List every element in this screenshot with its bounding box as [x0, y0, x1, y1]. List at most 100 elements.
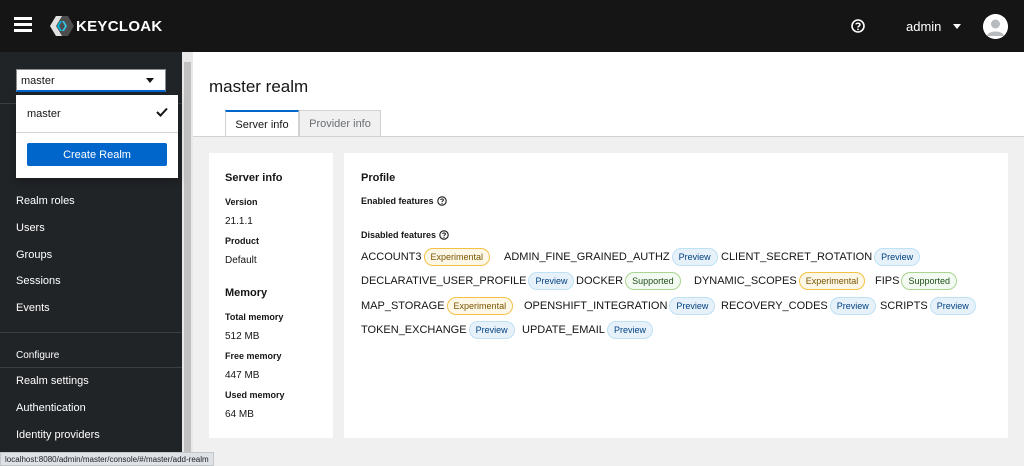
page-header: master realm Server info Provider info [193, 52, 1024, 137]
status-badge: Preview [669, 297, 716, 315]
feature-docker: DOCKER Supported [576, 272, 681, 290]
feature-admin-fine-grained-authz: ADMIN_FINE_GRAINED_AUTHZ Preview [504, 248, 718, 266]
status-badge: Experimental [798, 272, 866, 290]
enabled-features-label: Enabled features [361, 196, 447, 206]
feature-name: ACCOUNT3 [361, 251, 422, 263]
feature-name: DYNAMIC_SCOPES [694, 275, 797, 287]
avatar-icon [983, 14, 1008, 39]
hamburger-icon[interactable] [14, 17, 32, 33]
status-badge: Supported [625, 272, 681, 290]
status-badge: Preview [606, 321, 653, 339]
realm-selector[interactable]: master [16, 69, 166, 92]
feature-scripts: SCRIPTS Preview [880, 297, 976, 315]
server-info-title: Server info [225, 172, 283, 184]
menu-divider [16, 132, 178, 133]
realm-option-label: master [27, 108, 61, 120]
feature-declarative-user-profile: DECLARATIVE_USER_PROFILE Preview [361, 272, 575, 290]
sidebar-item-events[interactable]: Events [16, 302, 50, 314]
feature-openshift-integration: OPENSHIFT_INTEGRATION Preview [524, 297, 716, 315]
status-badge: Preview [671, 248, 718, 266]
memory-title: Memory [225, 287, 268, 299]
help-icon[interactable] [851, 19, 865, 33]
link-preview-statusbar: localhost:8080/admin/master/console/#/ma… [0, 452, 214, 466]
total-memory-label: Total memory [225, 312, 284, 322]
check-icon [156, 107, 168, 117]
profile-card: Profile Enabled features Disabled featur… [344, 153, 1008, 438]
used-memory-value: 64 MB [225, 409, 254, 420]
brand-logo[interactable]: KEYCLOAK [50, 14, 163, 38]
feature-name: ADMIN_FINE_GRAINED_AUTHZ [504, 251, 670, 263]
total-memory-value: 512 MB [225, 331, 260, 342]
profile-title: Profile [361, 172, 396, 184]
main-content: master realm Server info Provider info S… [193, 52, 1024, 466]
feature-name: RECOVERY_CODES [721, 300, 828, 312]
feature-token-exchange: TOKEN_EXCHANGE Preview [361, 321, 515, 339]
user-name: admin [906, 19, 942, 34]
free-memory-label: Free memory [225, 351, 282, 361]
disabled-features-label: Disabled features [361, 230, 449, 240]
status-badge: Preview [468, 321, 515, 339]
status-badge: Experimental [446, 297, 514, 315]
product-value: Default [225, 255, 257, 266]
version-label: Version [225, 197, 258, 207]
free-memory-value: 447 MB [225, 370, 260, 381]
feature-update-email: UPDATE_EMAIL Preview [522, 321, 653, 339]
status-badge: Experimental [423, 248, 491, 266]
product-label: Product [225, 236, 260, 246]
caret-down-icon [953, 24, 962, 29]
sidebar-item-sessions[interactable]: Sessions [16, 275, 61, 287]
feature-name: DECLARATIVE_USER_PROFILE [361, 275, 527, 287]
version-value: 21.1.1 [225, 216, 253, 227]
status-badge: Preview [929, 297, 976, 315]
create-realm-button[interactable]: Create Realm [27, 143, 167, 166]
status-badge: Preview [829, 297, 876, 315]
caret-down-icon [146, 78, 154, 83]
feature-name: MAP_STORAGE [361, 300, 445, 312]
sidebar-scrollbar[interactable] [182, 52, 193, 466]
disabled-features-text: Disabled features [361, 230, 437, 240]
feature-recovery-codes: RECOVERY_CODES Preview [721, 297, 876, 315]
sidebar-item-identity-providers[interactable]: Identity providers [16, 429, 100, 441]
avatar[interactable] [983, 14, 1008, 39]
realm-selector-value: master [21, 75, 55, 87]
status-badge: Preview [874, 248, 921, 266]
status-badge: Supported [901, 272, 957, 290]
sidebar-item-realm-roles[interactable]: Realm roles [16, 195, 75, 207]
feature-fips: FIPS Supported [875, 272, 957, 290]
sidebar-section-configure: Configure [16, 350, 60, 361]
help-icon[interactable] [439, 230, 449, 240]
feature-name: SCRIPTS [880, 300, 928, 312]
help-icon[interactable] [436, 196, 447, 206]
user-menu-toggle[interactable]: admin [906, 19, 962, 34]
feature-dynamic-scopes: DYNAMIC_SCOPES Experimental [694, 272, 866, 290]
enabled-features-text: Enabled features [361, 196, 434, 206]
used-memory-label: Used memory [225, 390, 285, 400]
sidebar-item-groups[interactable]: Groups [16, 249, 52, 261]
brand-name: KEYCLOAK [76, 17, 163, 35]
tab-server-info[interactable]: Server info [225, 110, 299, 137]
feature-map-storage: MAP_STORAGE Experimental [361, 297, 514, 315]
sidebar-divider [0, 367, 182, 368]
sidebar-divider [0, 332, 182, 333]
status-badge: Preview [528, 272, 575, 290]
feature-name: OPENSHIFT_INTEGRATION [524, 300, 668, 312]
realm-dropdown-menu: master Create Realm [16, 95, 178, 178]
keycloak-logo-icon [50, 16, 74, 36]
scrollbar-thumb[interactable] [184, 62, 191, 466]
feature-name: TOKEN_EXCHANGE [361, 324, 467, 336]
sidebar-item-authentication[interactable]: Authentication [16, 402, 86, 414]
feature-account3: ACCOUNT3 Experimental [361, 248, 491, 266]
sidebar-item-users[interactable]: Users [16, 222, 45, 234]
feature-name: FIPS [875, 275, 900, 287]
page-title: master realm [209, 77, 309, 96]
masthead: KEYCLOAK admin [0, 0, 1024, 52]
feature-name: CLIENT_SECRET_ROTATION [721, 251, 873, 263]
feature-name: DOCKER [576, 275, 624, 287]
sidebar-item-realm-settings[interactable]: Realm settings [16, 375, 89, 387]
feature-name: UPDATE_EMAIL [522, 324, 605, 336]
server-info-card: Server info Version 21.1.1 Product Defau… [209, 153, 333, 438]
feature-client-secret-rotation: CLIENT_SECRET_ROTATION Preview [721, 248, 921, 266]
realm-option-master[interactable]: master [16, 95, 178, 131]
tab-provider-info[interactable]: Provider info [299, 110, 381, 137]
tabs-underline [193, 136, 1024, 137]
